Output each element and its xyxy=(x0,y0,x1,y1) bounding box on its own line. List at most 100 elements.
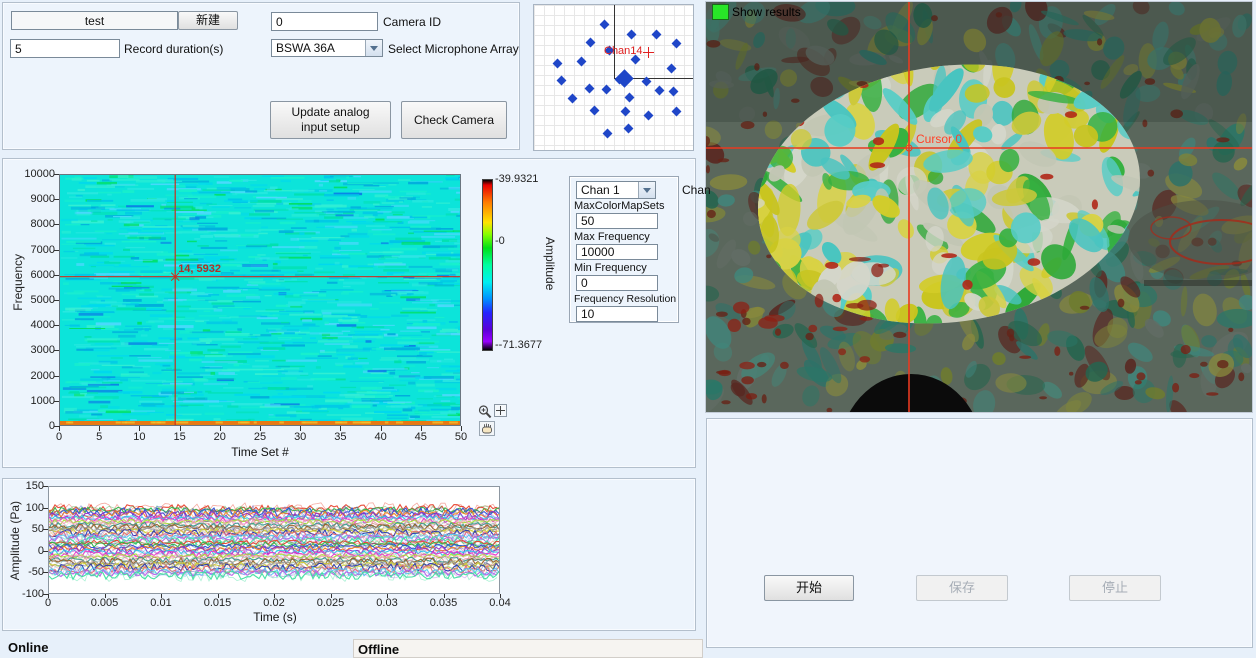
mic-point xyxy=(625,93,635,103)
y-tick-label: 2000 xyxy=(9,370,55,382)
field-input[interactable]: 0 xyxy=(576,275,658,291)
field-label: Frequency Resolution xyxy=(574,293,676,305)
y-tick-mark xyxy=(54,275,59,276)
y-tick-label: 50 xyxy=(6,523,44,535)
y-tick-label: 6000 xyxy=(9,269,55,281)
y-tick-label: -50 xyxy=(6,566,44,578)
x-tick-label: 0.04 xyxy=(476,597,524,609)
crosshair-icon[interactable] xyxy=(494,404,507,417)
colorbar-title: Amplitude xyxy=(543,237,557,290)
x-tick-label: 0 xyxy=(24,597,72,609)
mic-point xyxy=(672,107,682,117)
pan-hand-icon[interactable] xyxy=(479,421,495,436)
zoom-magnifier-icon[interactable] xyxy=(477,404,493,420)
x-tick-mark xyxy=(461,426,462,431)
offline-status-box: Offline xyxy=(353,639,703,658)
show-results-checkbox[interactable] xyxy=(712,4,729,20)
chevron-down-icon[interactable] xyxy=(365,40,382,56)
y-tick-label: 7000 xyxy=(9,244,55,256)
array-axis-vline xyxy=(614,5,615,78)
y-tick-mark xyxy=(54,401,59,402)
record-duration-label: Record duration(s) xyxy=(124,42,223,56)
x-tick-label: 25 xyxy=(240,431,280,443)
record-panel: 开始 保存 停止 xyxy=(706,418,1253,648)
camera-id-input[interactable]: 0 xyxy=(271,12,378,31)
acoustic-map-image xyxy=(706,2,1252,412)
y-tick-mark xyxy=(54,250,59,251)
y-tick-mark xyxy=(54,376,59,377)
colorbar-max-label: -39.9321 xyxy=(495,173,538,185)
y-tick-label: 100 xyxy=(6,502,44,514)
colorbar-zero-label: -0 xyxy=(495,235,505,247)
mic-point xyxy=(627,30,637,40)
x-tick-mark xyxy=(99,426,100,431)
field-label: Max Frequency xyxy=(574,231,650,243)
x-tick-mark xyxy=(161,594,162,598)
mic-point xyxy=(667,64,677,74)
amplitude-colorbar xyxy=(482,179,493,351)
y-tick-label: 8000 xyxy=(9,218,55,230)
mic-point xyxy=(585,84,595,94)
online-status-label: Online xyxy=(8,640,48,655)
x-tick-label: 30 xyxy=(280,431,320,443)
mic-point xyxy=(624,124,634,134)
mic-array-plot[interactable]: Chan14 xyxy=(533,4,694,151)
new-button[interactable]: 新建 xyxy=(178,11,238,30)
x-tick-label: 0.005 xyxy=(81,597,129,609)
x-tick-mark xyxy=(59,426,60,431)
start-button[interactable]: 开始 xyxy=(764,575,854,601)
y-tick-mark xyxy=(43,572,48,573)
mic-point xyxy=(553,59,563,69)
save-button[interactable]: 保存 xyxy=(916,575,1008,601)
waveform-plot[interactable] xyxy=(48,486,500,594)
x-tick-mark xyxy=(180,426,181,431)
mic-point xyxy=(655,86,665,96)
mic-point xyxy=(577,57,587,67)
x-tick-mark xyxy=(48,594,49,598)
y-tick-label: 5000 xyxy=(9,294,55,306)
channel-select[interactable]: Chan 1 xyxy=(576,181,656,199)
x-tick-label: 15 xyxy=(160,431,200,443)
x-tick-mark xyxy=(381,426,382,431)
y-tick-label: 150 xyxy=(6,480,44,492)
array-cursor-cross xyxy=(648,47,649,58)
camera-view[interactable]: Show results Cursor 0 xyxy=(705,1,1253,413)
x-tick-label: 20 xyxy=(200,431,240,443)
x-tick-mark xyxy=(260,426,261,431)
x-tick-label: 10 xyxy=(119,431,159,443)
x-tick-mark xyxy=(444,594,445,598)
x-tick-label: 50 xyxy=(441,431,481,443)
acoustic-camera-app: test 新建 5 Record duration(s) 0 Camera ID… xyxy=(0,0,1256,658)
y-tick-mark xyxy=(43,508,48,509)
x-tick-mark xyxy=(421,426,422,431)
mic-point xyxy=(672,39,682,49)
y-tick-mark xyxy=(43,486,48,487)
x-tick-label: 35 xyxy=(320,431,360,443)
field-input[interactable]: 10 xyxy=(576,306,658,322)
spectrogram-plot[interactable]: 14, 5932 xyxy=(59,174,461,426)
update-analog-input-button[interactable]: Update analog input setup xyxy=(270,101,391,139)
y-tick-label: 4000 xyxy=(9,319,55,331)
mic-array-label: Select Microphone Array xyxy=(388,42,519,56)
x-tick-label: 0 xyxy=(39,431,79,443)
record-duration-input[interactable]: 5 xyxy=(10,39,120,58)
test-name-field[interactable]: test xyxy=(11,11,178,30)
field-input[interactable]: 50 xyxy=(576,213,658,229)
x-tick-mark xyxy=(300,426,301,431)
mic-point xyxy=(557,76,567,86)
field-label: MaxColorMapSets xyxy=(574,200,664,212)
chevron-down-icon[interactable] xyxy=(638,182,655,198)
mic-array-select[interactable]: BSWA 36A xyxy=(271,39,383,57)
mic-point xyxy=(621,107,631,117)
x-tick-mark xyxy=(274,594,275,598)
field-input[interactable]: 10000 xyxy=(576,244,658,260)
y-tick-mark xyxy=(54,199,59,200)
check-camera-button[interactable]: Check Camera xyxy=(401,101,507,139)
y-tick-label: 3000 xyxy=(9,344,55,356)
camera-id-label: Camera ID xyxy=(383,15,441,29)
y-tick-label: 10000 xyxy=(9,168,55,180)
stop-button[interactable]: 停止 xyxy=(1069,575,1161,601)
y-tick-mark xyxy=(54,350,59,351)
mic-array-value: BSWA 36A xyxy=(272,40,365,56)
y-tick-label: 9000 xyxy=(9,193,55,205)
